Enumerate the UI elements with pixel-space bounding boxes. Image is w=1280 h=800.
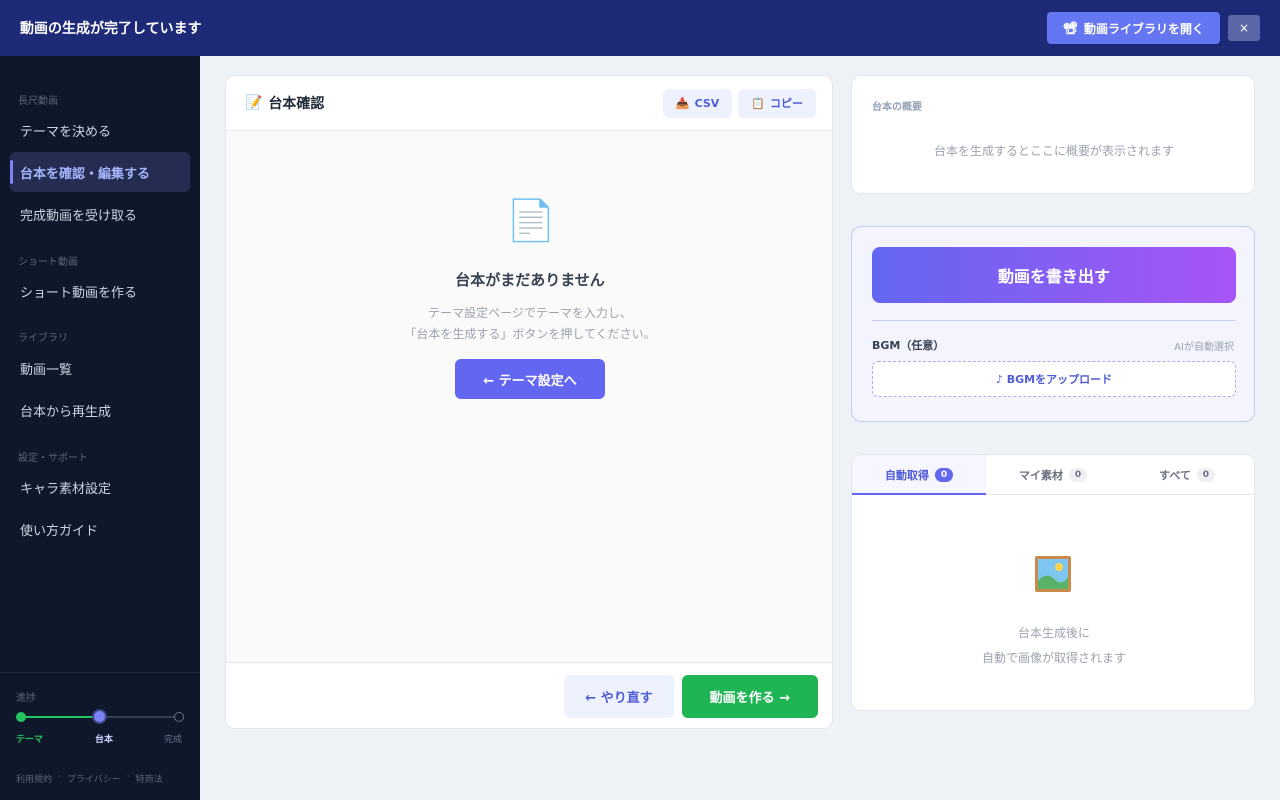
tab-count-badge: 0 [1069, 467, 1087, 482]
media-empty-line: 自動で画像が取得されます [981, 651, 1126, 665]
script-panel-title: 📝 台本確認 [245, 93, 324, 113]
tab-label: 自動取得 [885, 468, 929, 482]
progress-step-dot [16, 712, 26, 722]
privacy-link[interactable]: プライバシー [67, 772, 121, 785]
copy-label: コピー [770, 97, 803, 110]
close-banner-button[interactable]: × [1228, 15, 1260, 41]
progress-step-theme: テーマ [16, 735, 44, 745]
sidebar-section-title: 設定・サポート [18, 453, 88, 464]
empty-title: 台本がまだありません [455, 271, 605, 289]
empty-description-line: 「台本を生成する」ボタンを押してください。 [404, 327, 656, 341]
sidebar-item-character-assets[interactable]: キャラ素材設定 [10, 467, 190, 507]
sidebar-section-title: 長尺動画 [18, 96, 58, 107]
framed-picture-icon [1035, 556, 1071, 592]
progress-step-script: 台本 [95, 735, 114, 745]
tab-all[interactable]: すべて 0 [1120, 455, 1254, 494]
redo-button[interactable]: ← やり直す [564, 675, 674, 718]
tab-my-assets[interactable]: マイ素材 0 [986, 455, 1120, 494]
download-icon: 📥 [675, 96, 690, 110]
completion-banner: 動画の生成が完了しています 📽 動画ライブラリを開く × [0, 0, 1280, 56]
script-empty-state: 📄 台本がまだありません テーマ設定ページでテーマを入力し、 「台本を生成する」… [226, 131, 832, 662]
memo-icon: 📝 [245, 95, 263, 111]
commerce-law-link[interactable]: 特商法 [136, 772, 163, 785]
summary-empty-text: 台本を生成するとここに概要が表示されます [933, 144, 1174, 158]
tab-auto-fetch[interactable]: 自動取得 0 [852, 455, 986, 495]
sidebar-divider [0, 672, 200, 673]
sidebar-item-short-video[interactable]: ショート動画を作る [10, 271, 190, 311]
sidebar-item-regenerate[interactable]: 台本から再生成 [10, 390, 190, 430]
sidebar: 長尺動画 テーマを決める 台本を確認・編集する 完成動画を受け取る ショート動画… [0, 56, 200, 800]
document-icon: 📄 [506, 198, 556, 244]
summary-label: 台本の概要 [872, 102, 922, 113]
tab-label: すべて [1159, 468, 1191, 482]
copy-button[interactable]: 📋 コピー [738, 88, 816, 118]
footer-links: 利用規約 · プライバシー · 特商法 [16, 772, 163, 785]
go-theme-settings-button[interactable]: ← テーマ設定へ [455, 359, 605, 399]
media-panel: 自動取得 0 マイ素材 0 すべて 0 台本生成後に 自動で画像が取得されます [851, 454, 1255, 711]
bgm-label: BGM（任意） [872, 339, 945, 352]
media-tabs: 自動取得 0 マイ素材 0 すべて 0 [852, 455, 1254, 495]
open-library-label: 動画ライブラリを開く [1083, 21, 1204, 36]
sidebar-section-title: ライブラリ [18, 333, 68, 344]
export-video-button[interactable]: 動画を書き出す [872, 247, 1236, 303]
progress-label: 進捗 [16, 693, 36, 704]
open-library-button[interactable]: 📽 動画ライブラリを開く [1046, 12, 1220, 44]
script-panel: 📝 台本確認 📥 CSV 📋 コピー 📄 台本がまだありません テーマ設定ページ… [225, 75, 833, 729]
progress-step-dot [174, 712, 184, 722]
terms-link[interactable]: 利用規約 [16, 772, 52, 785]
empty-description-line: テーマ設定ページでテーマを入力し、 [428, 306, 632, 320]
sidebar-section-title: ショート動画 [18, 257, 78, 268]
progress-fill [21, 716, 100, 718]
media-empty-line: 台本生成後に [1017, 626, 1090, 640]
tab-count-badge: 0 [1196, 467, 1215, 482]
script-panel-footer: ← やり直す 動画を作る → [226, 662, 832, 728]
tab-count-badge: 0 [935, 467, 953, 482]
empty-description: テーマ設定ページでテーマを入力し、 「台本を生成する」ボタンを押してください。 [226, 303, 832, 345]
clipboard-icon: 📋 [751, 96, 765, 110]
make-video-button[interactable]: 動画を作る → [682, 675, 818, 718]
media-empty-text: 台本生成後に 自動で画像が取得されます [852, 621, 1254, 671]
sidebar-item-theme[interactable]: テーマを決める [10, 110, 190, 150]
script-title-text: 台本確認 [268, 96, 325, 112]
csv-button[interactable]: 📥 CSV [662, 88, 733, 118]
banner-title: 動画の生成が完了しています [20, 21, 202, 37]
footer-separator: · [58, 772, 61, 782]
sidebar-item-video-list[interactable]: 動画一覧 [10, 348, 190, 388]
summary-panel: 台本の概要 台本を生成するとここに概要が表示されます [851, 75, 1255, 194]
csv-label: CSV [694, 96, 720, 110]
progress-step-done: 完成 [164, 735, 183, 745]
sidebar-item-guide[interactable]: 使い方ガイド [10, 509, 190, 549]
bgm-hint: AIが自動選択 [1174, 342, 1234, 353]
footer-separator: · [126, 772, 130, 782]
film-projector-icon: 📽 [1062, 21, 1078, 35]
progress-step-dot [94, 711, 105, 722]
sidebar-item-receive-video[interactable]: 完成動画を受け取る [10, 194, 190, 234]
tab-label: マイ素材 [1019, 468, 1063, 482]
export-panel: 動画を書き出す BGM（任意） AIが自動選択 ♪ BGMをアップロード [851, 226, 1255, 422]
script-panel-header: 📝 台本確認 📥 CSV 📋 コピー [226, 76, 832, 131]
sidebar-item-script[interactable]: 台本を確認・編集する [10, 152, 190, 192]
bgm-upload-button[interactable]: ♪ BGMをアップロード [872, 361, 1236, 397]
export-divider [872, 320, 1236, 321]
